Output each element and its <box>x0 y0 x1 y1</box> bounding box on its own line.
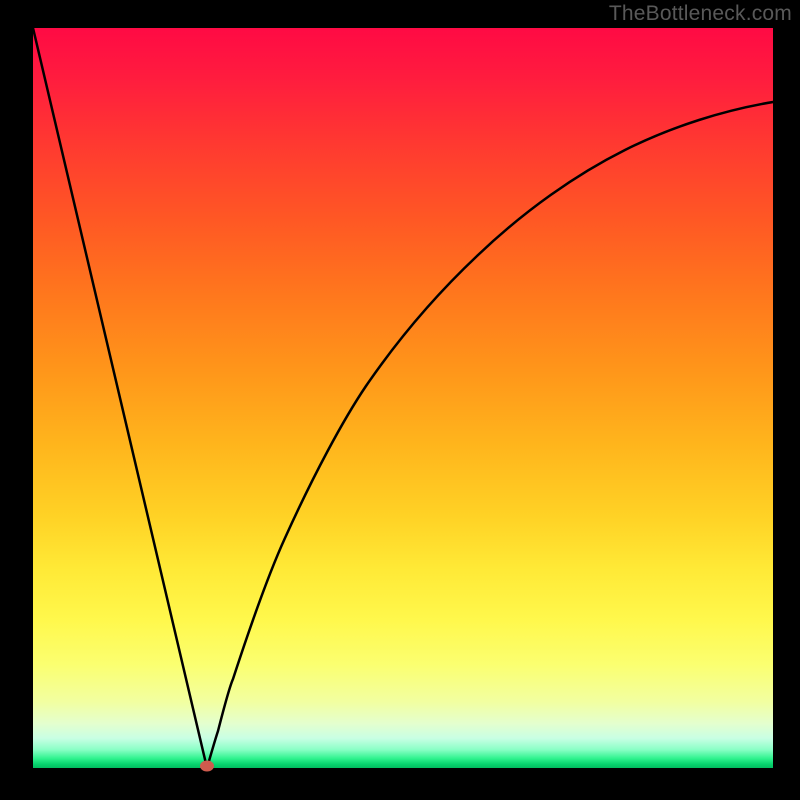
watermark-text: TheBottleneck.com <box>609 2 792 26</box>
curve-right-segment <box>207 102 773 768</box>
curve-svg <box>33 28 773 768</box>
chart-frame: TheBottleneck.com <box>0 0 800 800</box>
curve-left-segment <box>33 28 207 768</box>
minimum-marker <box>200 761 214 772</box>
plot-area <box>33 28 773 768</box>
